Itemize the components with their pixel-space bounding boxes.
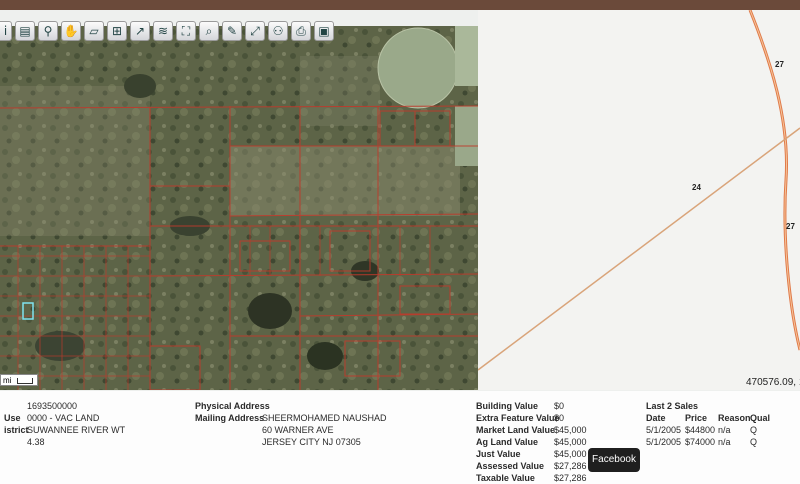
value-label: Just Value [476, 449, 521, 459]
sales-header-reason: Reason [718, 413, 751, 423]
print-tool-button[interactable]: ⎙ [291, 21, 311, 41]
full-extent-icon: ⤢ [250, 23, 260, 38]
buffer-icon: ⛶ [181, 23, 191, 38]
parcel-info-panel: Use istrict 1693500000 0000 - VAC LAND S… [0, 391, 800, 484]
sale-1-price: $44800 [685, 425, 716, 435]
value-label: Assessed Value [476, 461, 545, 471]
sales-header-price: Price [685, 413, 708, 423]
left-label-district: istrict [4, 425, 29, 435]
scale-bar: mi [0, 374, 38, 386]
mailing-line-street: 60 WARNER AVE [262, 425, 334, 435]
sales-header-qual: Qual [750, 413, 771, 423]
parcel-id: 1693500000 [27, 401, 78, 411]
open-folder-tool-button[interactable]: ▤ [15, 21, 35, 41]
print-icon: ⎙ [296, 23, 306, 38]
layers-tool-button[interactable]: ≋ [153, 21, 173, 41]
road-shield-us27-south: 27 [786, 222, 795, 231]
measure-icon: ↗ [134, 24, 146, 38]
coordinate-readout: 470576.09, 18 [746, 377, 800, 388]
sales-header-date: Date [646, 413, 666, 423]
eraser-icon: ▱ [89, 24, 99, 38]
sale-1-date: 5/1/2005 [646, 425, 682, 435]
road-shield-24: 24 [692, 183, 701, 192]
value-amount: $27,286 [554, 461, 587, 471]
value-label: Building Value [476, 401, 539, 411]
info-tool-button[interactable]: i [0, 21, 12, 41]
sale-2-date: 5/1/2005 [646, 437, 682, 447]
sale-1-reason: n/a [718, 425, 731, 435]
tax-district: SUWANNEE RIVER WT [27, 425, 126, 435]
identify-tool-button[interactable]: ⚇ [268, 21, 288, 41]
eraser-tool-button[interactable]: ▱ [84, 21, 104, 41]
land-use: 0000 - VAC LAND [27, 413, 100, 423]
road-shield-us27-north: 27 [775, 60, 784, 69]
sale-2-reason: n/a [718, 437, 731, 447]
screen-bezel [0, 0, 800, 10]
pan-hand-icon: ✋ [63, 24, 79, 38]
left-label-use: Use [4, 413, 21, 423]
save-tool-button[interactable]: ▣ [314, 21, 334, 41]
search-parcel-tool-button[interactable]: ⌕ [199, 21, 219, 41]
open-folder-icon: ▤ [19, 24, 31, 38]
value-amount: $45,000 [554, 437, 587, 447]
info-icon: i [3, 24, 8, 38]
value-label: Taxable Value [476, 473, 535, 483]
scale-unit: mi [3, 376, 12, 385]
street-map[interactable] [478, 10, 800, 390]
value-amount: $0 [554, 413, 565, 423]
save-icon: ▣ [318, 24, 330, 38]
pencil-icon: ✎ [226, 24, 238, 38]
gis-viewer: 27 24 27 i ▤ ⚲ ✋ ▱ ⊞ ↗ ≋ ⛶ ⌕ ✎ ⤢ ⚇ ⎙ ▣ mi 470576.09, 1… [0, 0, 800, 484]
aerial-map[interactable] [0, 26, 478, 390]
value-label: Extra Feature Value [476, 413, 560, 423]
sale-2-qual: Q [750, 437, 758, 447]
select-grid-tool-button[interactable]: ⊞ [107, 21, 127, 41]
pan-hand-tool-button[interactable]: ✋ [61, 21, 81, 41]
search-parcel-icon: ⌕ [205, 23, 213, 38]
identify-icon: ⚇ [272, 24, 284, 38]
full-extent-tool-button[interactable]: ⤢ [245, 21, 265, 41]
layers-icon: ≋ [157, 24, 169, 38]
buffer-tool-button[interactable]: ⛶ [176, 21, 196, 41]
value-amount: $27,286 [554, 473, 587, 483]
mailing-address-label: Mailing Address [195, 413, 265, 423]
magnifier-icon: ⚲ [43, 24, 53, 38]
value-label: Market Land Value [476, 425, 556, 435]
pencil-tool-button[interactable]: ✎ [222, 21, 242, 41]
sales-title: Last 2 Sales [646, 401, 699, 411]
mailing-line-city: JERSEY CITY NJ 07305 [262, 437, 361, 447]
value-label: Ag Land Value [476, 437, 539, 447]
facebook-tooltip[interactable]: Facebook [588, 448, 640, 472]
sale-1-qual: Q [750, 425, 758, 435]
select-grid-icon: ⊞ [111, 24, 123, 38]
map-toolbar: i ▤ ⚲ ✋ ▱ ⊞ ↗ ≋ ⛶ ⌕ ✎ ⤢ ⚇ ⎙ ▣ [0, 18, 334, 44]
value-amount: $45,000 [554, 425, 587, 435]
acreage: 4.38 [27, 437, 45, 447]
measure-tool-button[interactable]: ↗ [130, 21, 150, 41]
physical-address-label: Physical Address [195, 401, 270, 411]
value-amount: $45,000 [554, 449, 587, 459]
magnifier-tool-button[interactable]: ⚲ [38, 21, 58, 41]
mailing-line-owner: SHEERMOHAMED NAUSHAD [262, 413, 387, 423]
sale-2-price: $74000 [685, 437, 716, 447]
value-amount: $0 [554, 401, 565, 411]
scale-line [17, 378, 33, 384]
